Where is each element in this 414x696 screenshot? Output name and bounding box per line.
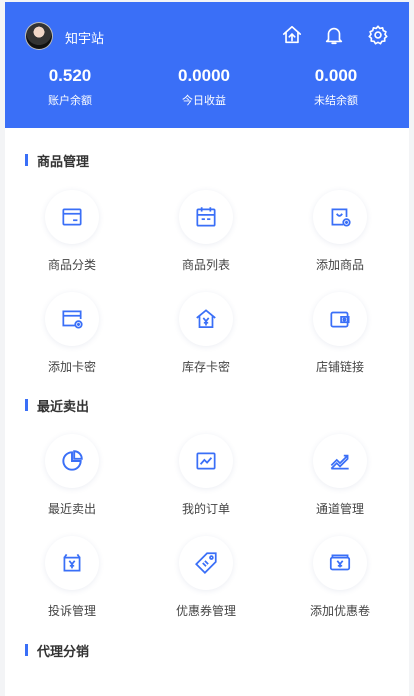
- section-accent-bar: [25, 399, 28, 411]
- menu-item-label: 优惠券管理: [175, 604, 236, 618]
- stat-value: 0.000: [314, 66, 358, 85]
- section-title-text: 商品管理: [37, 154, 90, 170]
- menu-item-label: 商品列表: [181, 258, 230, 272]
- menu-item-channel-management[interactable]: 通道管理: [273, 434, 407, 517]
- stat-label: 今日收益: [182, 94, 226, 107]
- section-accent-bar: [25, 644, 28, 656]
- username: 知宇站: [65, 32, 105, 47]
- menu-item-label: 添加卡密: [47, 360, 96, 374]
- section-accent-bar: [25, 154, 28, 166]
- stat-value: 0.0000: [178, 66, 230, 85]
- stat-today-income: 0.0000 今日收益: [149, 66, 259, 108]
- page: 知宇站 0.520 账户余额 0.0000 今日收益 0.000 未结余额 商品…: [0, 0, 414, 696]
- list-icon: [179, 190, 233, 244]
- stat-label: 账户余额: [48, 94, 92, 107]
- account-header: 知宇站 0.520 账户余额 0.0000 今日收益 0.000 未结余额: [5, 2, 409, 128]
- stat-pending-balance: 0.000 未结余额: [281, 66, 391, 108]
- inventory-icon: [179, 292, 233, 346]
- section-title-text: 最近卖出: [37, 399, 90, 415]
- category-icon: [45, 190, 99, 244]
- menu-item-my-orders[interactable]: 我的订单: [139, 434, 273, 517]
- menu-item-inventory-card[interactable]: 库存卡密: [139, 292, 273, 375]
- menu-item-label: 通道管理: [315, 502, 364, 516]
- menu-content: 商品管理 商品分类 商品列表 添加商品 添加卡密 库存卡密 店铺链接 最近卖出 …: [5, 128, 409, 696]
- stat-label: 未结余额: [314, 94, 358, 107]
- stat-account-balance: 0.520 账户余额: [15, 66, 125, 108]
- upload-icon[interactable]: [281, 24, 303, 46]
- menu-item-label: 我的订单: [181, 502, 230, 516]
- trend-icon: [313, 434, 367, 488]
- menu-item-store-link[interactable]: 店铺链接: [273, 292, 407, 375]
- add-product-icon: [313, 190, 367, 244]
- menu-item-add-card[interactable]: 添加卡密: [5, 292, 139, 375]
- section-title-agent-distribution: 代理分销: [5, 640, 89, 660]
- pie-chart-icon: [45, 434, 99, 488]
- bell-icon[interactable]: [323, 24, 345, 46]
- coupon-tag-icon: [179, 536, 233, 590]
- menu-item-complaint-management[interactable]: 投诉管理: [5, 536, 139, 619]
- menu-item-label: 商品分类: [47, 258, 96, 272]
- menu-item-label: 库存卡密: [181, 360, 230, 374]
- avatar[interactable]: [25, 22, 53, 50]
- stat-value: 0.520: [48, 66, 92, 85]
- line-chart-icon: [179, 434, 233, 488]
- menu-item-product-list[interactable]: 商品列表: [139, 190, 273, 273]
- add-card-icon: [45, 292, 99, 346]
- menu-item-label: 添加优惠卷: [309, 604, 370, 618]
- menu-item-label: 最近卖出: [47, 502, 96, 516]
- section-title-product-management: 商品管理: [5, 150, 89, 170]
- menu-item-label: 投诉管理: [47, 604, 96, 618]
- menu-item-product-category[interactable]: 商品分类: [5, 190, 139, 273]
- section-title-text: 代理分销: [37, 644, 90, 660]
- store-link-icon: [313, 292, 367, 346]
- menu-item-add-product[interactable]: 添加商品: [273, 190, 407, 273]
- complaint-icon: [45, 536, 99, 590]
- menu-item-add-coupon[interactable]: 添加优惠卷: [273, 536, 407, 619]
- section-title-recent-sales: 最近卖出: [5, 395, 89, 415]
- menu-item-label: 店铺链接: [315, 360, 364, 374]
- menu-item-coupon-management[interactable]: 优惠券管理: [139, 536, 273, 619]
- add-coupon-icon: [313, 536, 367, 590]
- menu-item-recent-sales[interactable]: 最近卖出: [5, 434, 139, 517]
- top-bar: 知宇站: [5, 2, 409, 62]
- menu-item-label: 添加商品: [315, 258, 364, 272]
- gear-icon[interactable]: [367, 24, 389, 46]
